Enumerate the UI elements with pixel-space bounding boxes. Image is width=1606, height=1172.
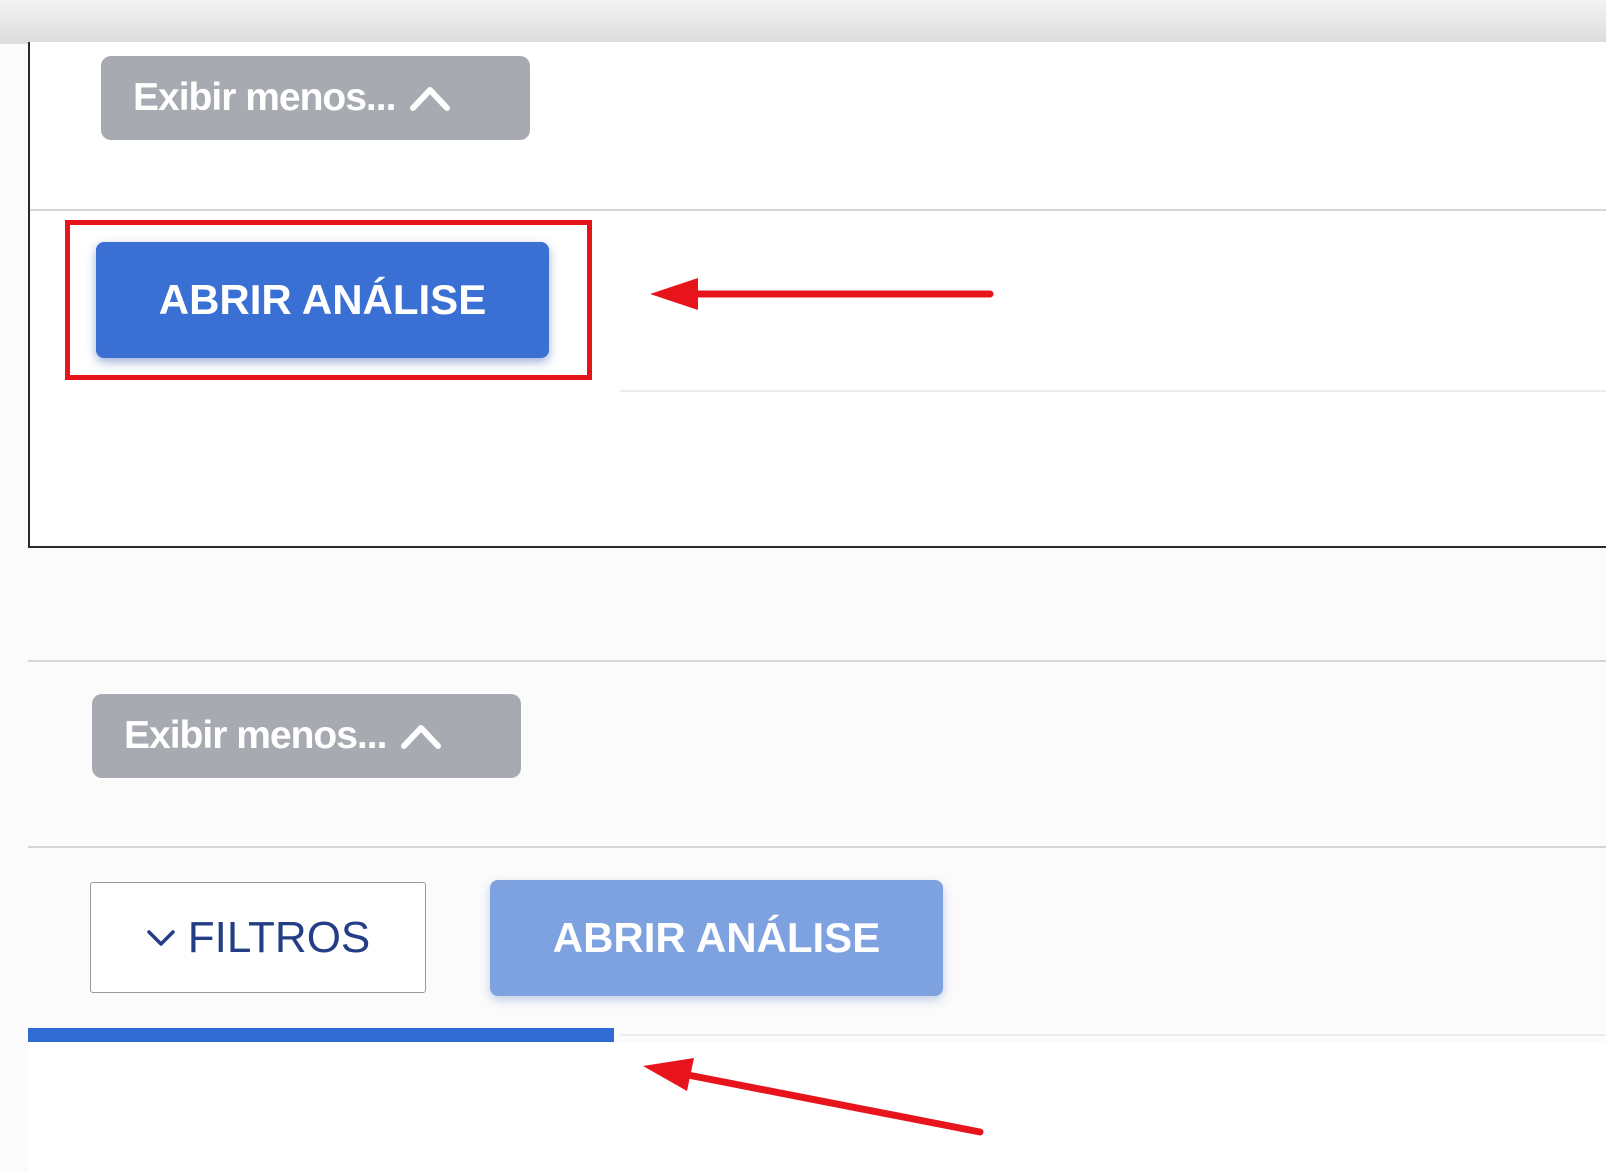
chevron-up-icon [401, 725, 442, 749]
panel-divider [30, 209, 1606, 211]
filters-label: FILTROS [187, 912, 371, 962]
window-top-edge [0, 0, 1606, 44]
panel-divider [28, 846, 1606, 848]
section-divider [28, 660, 1606, 662]
panel-divider [620, 1034, 1606, 1036]
show-less-button[interactable]: Exibir menos... [101, 56, 530, 140]
chevron-up-icon [410, 87, 451, 111]
open-analysis-label: ABRIR ANÁLISE [552, 914, 881, 961]
filters-button[interactable]: FILTROS [90, 882, 426, 993]
show-less-button[interactable]: Exibir menos... [92, 694, 521, 778]
open-analysis-button-disabled[interactable]: ABRIR ANÁLISE [490, 880, 943, 996]
panel-divider [620, 390, 1606, 392]
highlight-annotation [65, 220, 592, 380]
bottom-area [28, 1042, 1606, 1172]
blue-progress-strip [28, 1028, 614, 1042]
chevron-down-icon [146, 929, 175, 946]
show-less-label: Exibir menos... [124, 714, 387, 757]
show-less-label: Exibir menos... [133, 76, 396, 119]
